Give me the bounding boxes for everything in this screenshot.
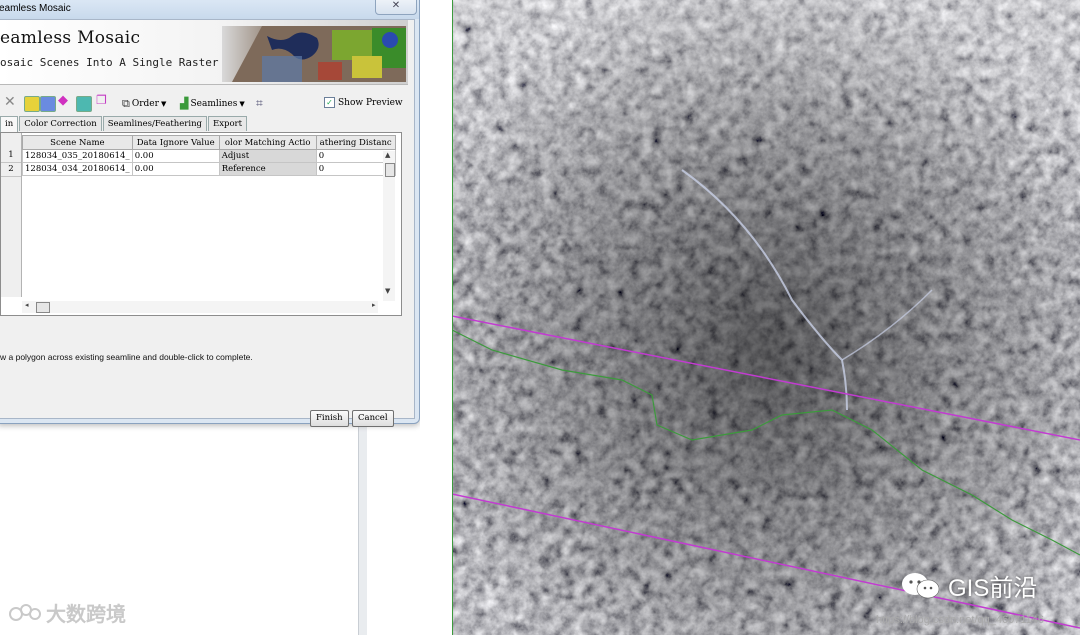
chevron-down-icon: ▼ (239, 99, 245, 108)
row-header-column: 1 2 (1, 133, 22, 297)
dialog-client: eamless Mosaic osaic Scenes Into A Singl… (0, 19, 415, 427)
banner-title: eamless Mosaic (0, 28, 141, 48)
cancel-button[interactable]: Cancel (352, 410, 394, 427)
column-header-data-ignore[interactable]: Data Ignore Value (131, 135, 220, 150)
footprint-icon[interactable]: ❐ (96, 93, 110, 107)
chevron-down-icon: ▼ (160, 100, 167, 108)
vertical-scroll-thumb[interactable] (385, 163, 395, 177)
dialog-titlebar[interactable]: eamless Mosaic ✕ (0, 0, 419, 19)
seamlines-menu[interactable]: ▟ Seamlines ▼ (180, 97, 245, 110)
dialog-banner: eamless Mosaic osaic Scenes Into A Singl… (0, 20, 408, 85)
column-header-color-matching[interactable]: olor Matching Actio (218, 135, 317, 150)
seamlines-label: Seamlines (190, 98, 238, 109)
order-label: Order (131, 99, 159, 109)
scene-grid: 1 2 Scene Name Data Ignore Value olor Ma… (0, 132, 402, 316)
horizontal-scrollbar[interactable]: ◂ ▸ (22, 301, 378, 313)
watermark-logo-icon (9, 603, 41, 621)
seamless-mosaic-dialog: eamless Mosaic ✕ eamless Mosaic osaic Sc… (0, 0, 420, 427)
wechat-logo-icon (902, 572, 940, 598)
color-matching-cell[interactable]: Adjust (218, 149, 317, 163)
tab-main[interactable]: in (0, 116, 19, 132)
show-preview-toggle[interactable]: ✓ Show Preview (324, 97, 403, 108)
finish-button[interactable]: Finish (310, 410, 349, 427)
color-icon[interactable]: ◆ (58, 93, 72, 108)
dialog-title: eamless Mosaic (0, 3, 71, 14)
table-row[interactable]: 128034_034_20180614_ 0.00 Reference 0 (22, 162, 396, 176)
tab-seamlines-feathering[interactable]: Seamlines/Feathering (102, 116, 207, 131)
banner-satellite-image (222, 26, 406, 82)
mosaic-preview-image[interactable] (452, 0, 1080, 635)
show-preview-checkbox[interactable]: ✓ (324, 97, 335, 108)
vertical-scrollbar[interactable]: ▲ ▼ (383, 151, 395, 301)
tab-export[interactable]: Export (208, 116, 248, 131)
seamlines-icon: ▟ (180, 97, 189, 110)
data-ignore-cell[interactable]: 0.00 (131, 162, 220, 176)
close-button[interactable]: ✕ (375, 0, 417, 15)
watermark-url: https://blog.csdn.net/qq_46071146 (876, 614, 1044, 626)
scene-table: Scene Name Data Ignore Value olor Matchi… (22, 135, 396, 176)
scene-name-cell[interactable]: 128034_034_20180614_ (22, 162, 133, 176)
table-row[interactable]: 128034_035_20180614_ 0.00 Adjust 0 (22, 149, 396, 163)
tab-color-correction[interactable]: Color Correction (19, 116, 102, 131)
horizontal-scroll-thumb[interactable] (36, 302, 50, 313)
show-preview-label: Show Preview (338, 97, 403, 108)
banner-subtitle: osaic Scenes Into A Single Raster (0, 56, 219, 69)
order-icon: ⧉ (122, 97, 130, 110)
add-scene-icon[interactable] (24, 96, 40, 112)
column-header-feathering-distance[interactable]: athering Distanc (315, 135, 396, 150)
scroll-right-icon[interactable]: ▸ (372, 301, 376, 309)
watermark-right: GIS前沿 (900, 568, 1037, 603)
remove-scene-icon[interactable]: ✕ (4, 94, 16, 110)
add-group-icon[interactable] (40, 96, 56, 112)
scroll-up-icon[interactable]: ▲ (385, 151, 390, 159)
watermark-left: 大数跨境 (8, 598, 126, 627)
order-menu[interactable]: ⧉ Order ▼ (122, 97, 166, 111)
layer-icon[interactable] (76, 96, 92, 112)
scroll-left-icon[interactable]: ◂ (25, 301, 29, 309)
panel-divider[interactable] (358, 420, 367, 635)
watermark-right-text: GIS前沿 (948, 575, 1038, 602)
watermark-left-text: 大数跨境 (46, 604, 126, 626)
row-number[interactable]: 1 (1, 149, 21, 163)
scroll-down-icon[interactable]: ▼ (385, 287, 390, 295)
status-message: w a polygon across existing seamline and… (0, 352, 253, 362)
row-number[interactable]: 2 (1, 163, 21, 177)
color-matching-cell[interactable]: Reference (218, 162, 317, 176)
column-header-scene-name[interactable]: Scene Name (22, 135, 133, 150)
scene-name-cell[interactable]: 128034_035_20180614_ (22, 149, 133, 163)
dialog-tabs: in Color Correction Seamlines/Feathering… (0, 116, 248, 132)
mosaic-toolbar: ✕ ◆ ❐ ⧉ Order ▼ ▟ Seamlines ▼ ⌗ ✓ Show P… (0, 92, 408, 114)
close-icon: ✕ (391, 0, 401, 11)
crop-icon[interactable]: ⌗ (256, 96, 263, 111)
data-ignore-cell[interactable]: 0.00 (131, 149, 220, 163)
view-margin (420, 0, 452, 635)
